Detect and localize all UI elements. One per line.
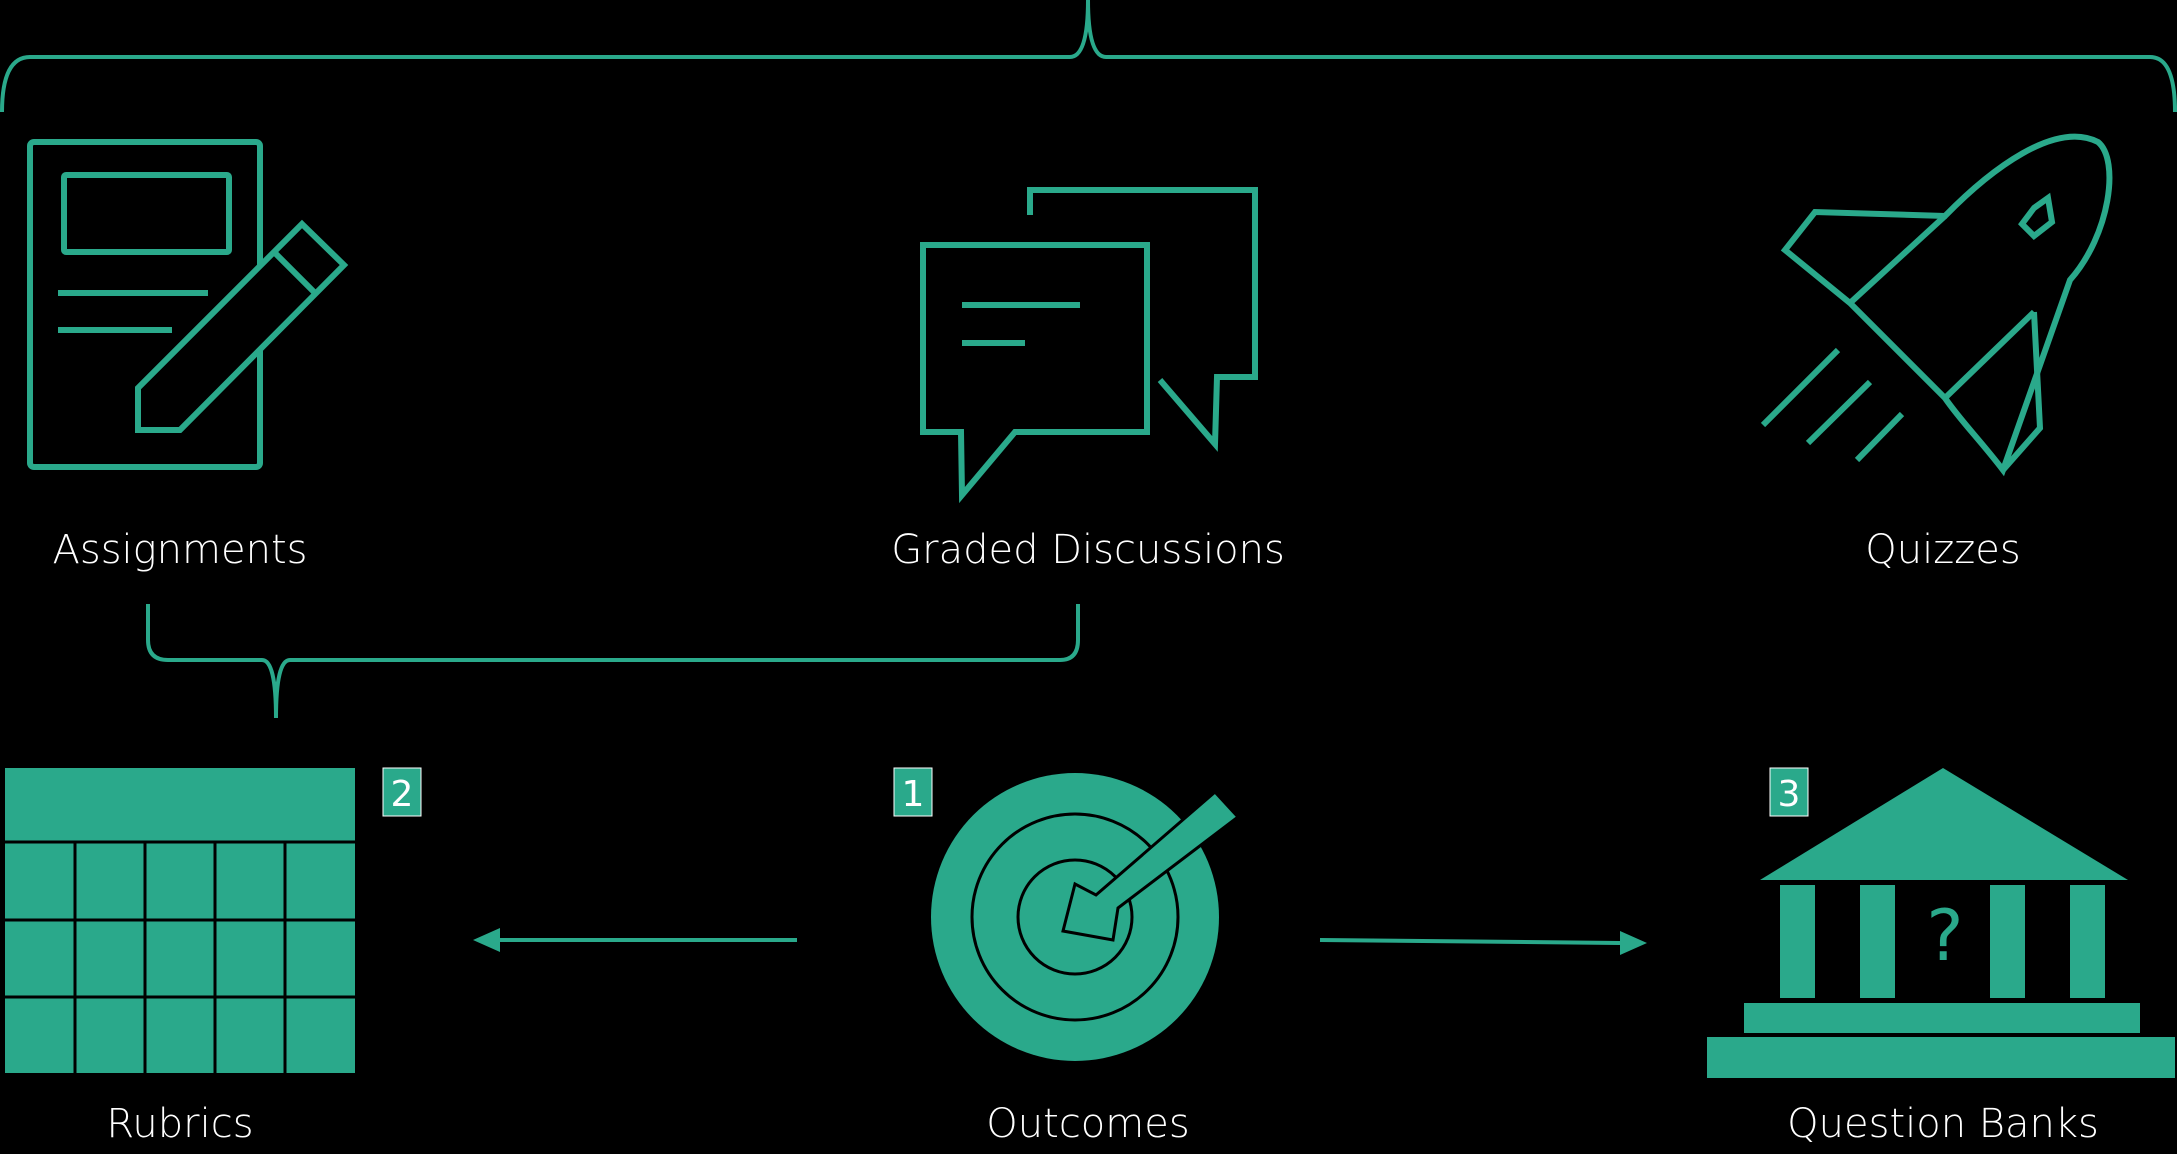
rubrics-label: Rubrics (106, 1101, 253, 1147)
document-pencil-icon (27, 139, 349, 470)
rocket-icon (1760, 133, 2113, 477)
question-banks-label: Question Banks (1787, 1101, 2099, 1147)
lower-brace (146, 604, 1080, 719)
quizzes-label: Quizzes (1865, 527, 2020, 573)
top-brace (0, 0, 2177, 113)
chat-bubbles-icon (920, 187, 1258, 504)
grid-table-icon (5, 768, 355, 1073)
outcomes-step-badge: 1 (893, 767, 933, 817)
diagram-canvas: ? 2 1 3 Assignments Graded Discussions Q… (0, 0, 2177, 1147)
outcomes-step-number: 1 (902, 774, 925, 815)
target-icon (931, 773, 1241, 1061)
question-mark-glyph: ? (1926, 895, 1963, 977)
arrow-to-rubrics (473, 928, 797, 952)
assignments-label: Assignments (53, 527, 308, 573)
question-banks-step-badge: 3 (1769, 767, 1809, 817)
outcomes-label: Outcomes (986, 1101, 1189, 1147)
arrow-to-question-banks (1319, 931, 1647, 955)
rubrics-step-badge: 2 (382, 767, 422, 817)
question-banks-step-number: 3 (1778, 774, 1801, 815)
rubrics-step-number: 2 (391, 774, 414, 815)
graded-discussions-label: Graded Discussions (891, 527, 1285, 573)
